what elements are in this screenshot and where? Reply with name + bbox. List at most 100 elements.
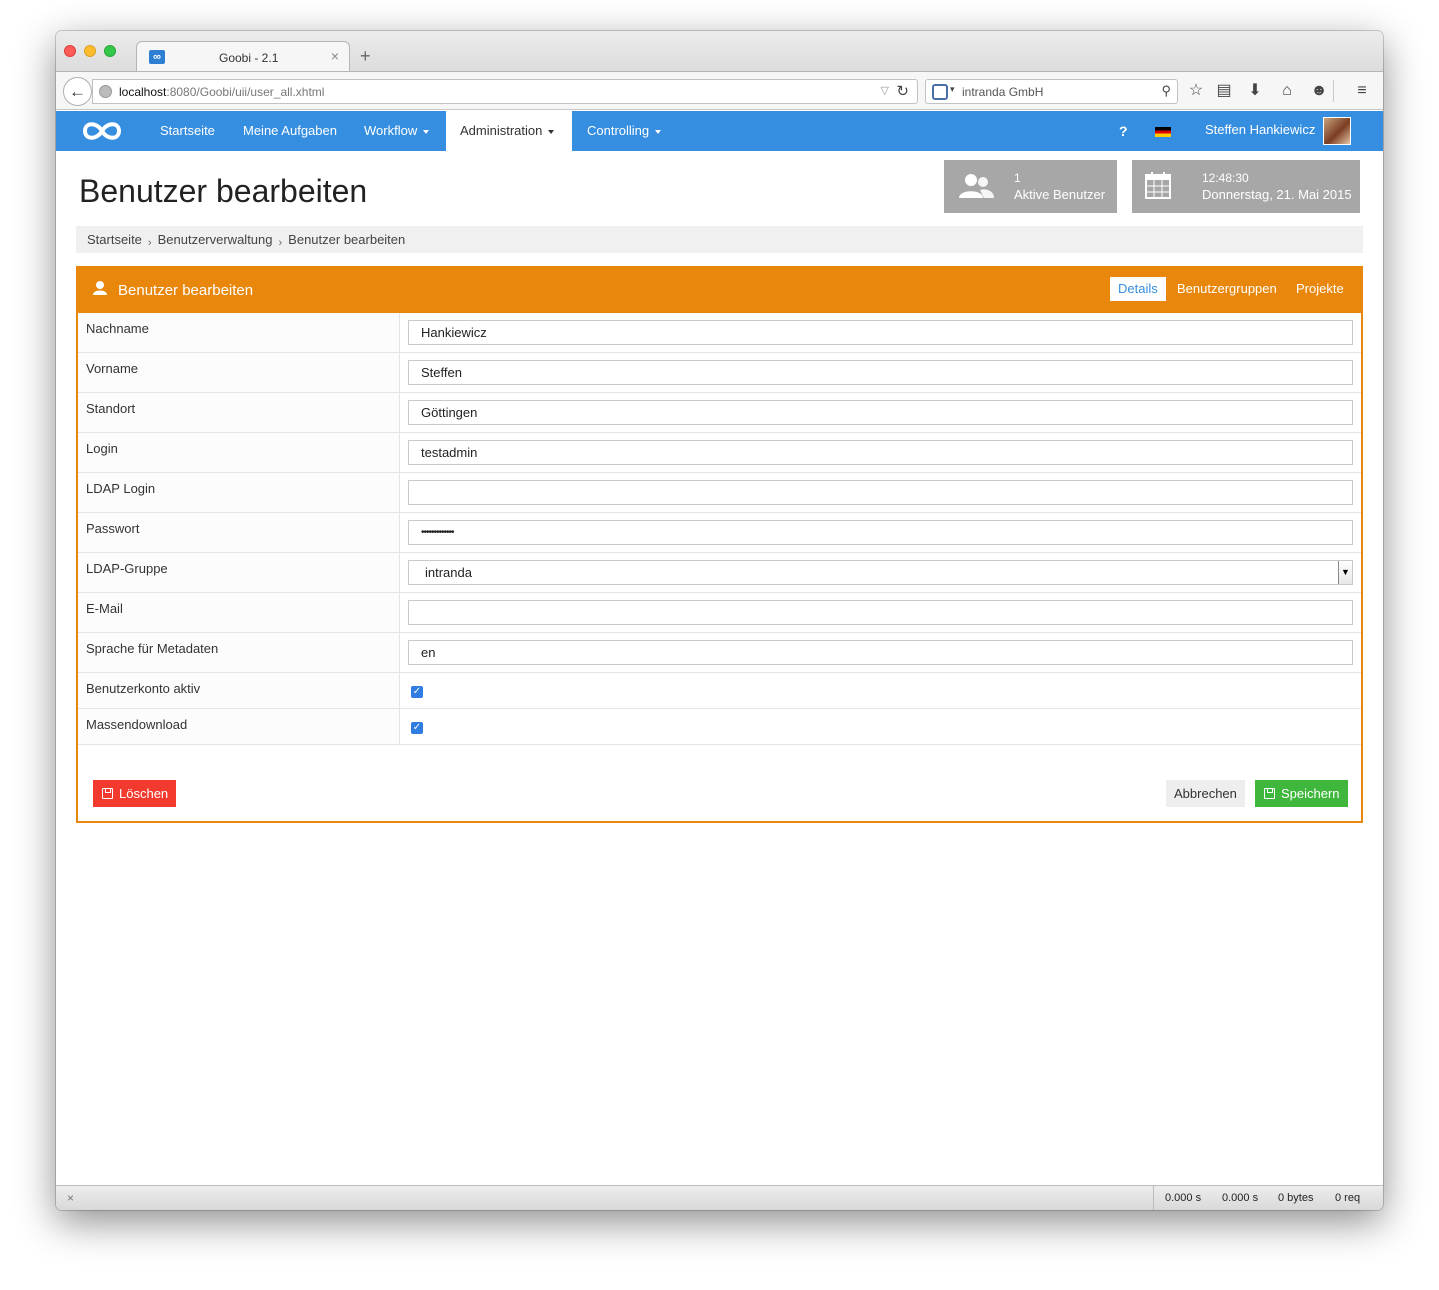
edit-user-panel: Benutzer bearbeiten Details Benutzergrup… [76, 266, 1363, 823]
nav-label: Meine Aufgaben [243, 123, 337, 138]
maximize-window-button[interactable] [104, 45, 116, 57]
selected-value: intranda [425, 565, 472, 580]
breadcrumb-separator-icon: › [278, 237, 283, 249]
form-row-standort: Standort Göttingen [78, 392, 1361, 433]
form-row-passwort: Passwort ••••••••••••• [78, 512, 1361, 553]
current-date: Donnerstag, 21. Mai 2015 [1202, 187, 1352, 202]
url-bar[interactable]: localhost:8080/Goobi/uii/user_all.xhtml … [92, 79, 918, 104]
tab-details[interactable]: Details [1110, 277, 1166, 301]
search-bar[interactable]: ▾ intranda GmbH ⚲ [925, 79, 1178, 104]
home-icon[interactable]: ⌂ [1277, 81, 1297, 101]
back-button[interactable]: ← [63, 77, 92, 106]
browser-statusbar: × 0.000 s 0.000 s 0 bytes 0 req [56, 1185, 1383, 1210]
caret-down-icon [423, 129, 430, 134]
calendar-icon [1145, 172, 1171, 199]
active-users-box: 1 Aktive Benutzer [944, 160, 1117, 213]
url-history-dropdown-icon[interactable]: ▽ [881, 84, 889, 97]
form-row-vorname: Vorname Steffen [78, 352, 1361, 393]
url-host: localhost [119, 85, 167, 99]
new-tab-icon[interactable]: + [360, 47, 371, 65]
toolbar-divider [1333, 80, 1334, 102]
mass-download-checkbox[interactable]: ✓ [411, 722, 423, 734]
field-label: Standort [78, 392, 400, 433]
breadcrumb-current: Benutzer bearbeiten [288, 232, 406, 247]
nav-label: Workflow [364, 123, 418, 138]
status-bytes: 0 bytes [1278, 1192, 1314, 1204]
german-flag-icon[interactable] [1155, 127, 1171, 137]
status-time-1: 0.000 s [1165, 1192, 1202, 1204]
tab-benutzergruppen[interactable]: Benutzergruppen [1169, 277, 1285, 301]
form-row-login: Login testadmin [78, 432, 1361, 473]
form-row-nachname: Nachname Hankiewicz [78, 313, 1361, 353]
password-field[interactable]: ••••••••••••• [408, 520, 1353, 545]
vorname-field[interactable]: Steffen [408, 360, 1353, 385]
nachname-field[interactable]: Hankiewicz [408, 320, 1353, 345]
email-field[interactable] [408, 600, 1353, 625]
metadata-language-field[interactable]: en [408, 640, 1353, 665]
field-label: LDAP Login [78, 472, 400, 513]
ldap-login-field[interactable] [408, 480, 1353, 505]
form-row-email: E-Mail [78, 592, 1361, 633]
globe-icon [99, 85, 112, 98]
form-row-massendownload: Massendownload ✓ [78, 708, 1361, 745]
form-row-konto-aktiv: Benutzerkonto aktiv ✓ [78, 672, 1361, 709]
menu-icon[interactable]: ≡ [1352, 81, 1372, 101]
ldap-group-select[interactable]: intranda ▼ [408, 560, 1353, 585]
active-users-label: Aktive Benutzer [1014, 187, 1106, 202]
delete-button[interactable]: Löschen [93, 780, 177, 807]
browser-tab[interactable]: ∞ Goobi - 2.1 × [136, 41, 350, 72]
avatar[interactable] [1323, 117, 1351, 145]
panel-header: Benutzer bearbeiten Details Benutzergrup… [78, 268, 1361, 313]
form-row-ldap-gruppe: LDAP-Gruppe intranda ▼ [78, 552, 1361, 593]
search-icon[interactable]: ⚲ [1161, 83, 1171, 99]
nav-administration[interactable]: Administration [446, 111, 572, 151]
save-button[interactable]: Speichern [1255, 780, 1348, 807]
main-navbar: Startseite Meine Aufgaben Workflow Admin… [56, 111, 1383, 151]
minimize-window-button[interactable] [84, 45, 96, 57]
browser-window: ∞ Goobi - 2.1 × + localhost:8080/Goobi/u… [56, 31, 1383, 1210]
statusbar-divider [1153, 1186, 1154, 1210]
close-window-button[interactable] [64, 45, 76, 57]
nav-controlling[interactable]: Controlling [573, 111, 675, 151]
login-field[interactable]: testadmin [408, 440, 1353, 465]
smiley-icon[interactable]: ☻ [1309, 81, 1329, 101]
goobi-favicon-icon: ∞ [149, 50, 165, 64]
user-menu[interactable]: Steffen Hankiewicz [1205, 111, 1315, 149]
breadcrumb-benutzerverwaltung[interactable]: Benutzerverwaltung [158, 232, 273, 247]
reading-list-icon[interactable]: ▤ [1214, 81, 1234, 101]
help-icon[interactable]: ? [1119, 111, 1128, 151]
breadcrumb-startseite[interactable]: Startseite [87, 232, 142, 247]
arrow-left-icon: ← [69, 82, 86, 101]
chevron-down-icon[interactable]: ▾ [950, 84, 955, 95]
search-input[interactable]: intranda GmbH [962, 85, 1043, 99]
standort-field[interactable]: Göttingen [408, 400, 1353, 425]
field-label: Passwort [78, 512, 400, 553]
close-tab-icon[interactable]: × [331, 48, 339, 64]
status-time-2: 0.000 s [1222, 1192, 1259, 1204]
field-label: Nachname [78, 313, 400, 353]
download-icon[interactable]: ⬇ [1245, 81, 1265, 101]
nav-workflow[interactable]: Workflow [350, 111, 443, 151]
cancel-button[interactable]: Abbrechen [1166, 780, 1245, 807]
chevron-down-icon[interactable]: ▼ [1338, 561, 1352, 584]
nav-meine-aufgaben[interactable]: Meine Aufgaben [229, 111, 351, 151]
close-icon[interactable]: × [67, 1191, 74, 1205]
active-users-count: 1 [1014, 171, 1021, 185]
floppy-disk-icon [102, 788, 113, 799]
field-label: Benutzerkonto aktiv [78, 672, 400, 709]
browser-toolbar: localhost:8080/Goobi/uii/user_all.xhtml … [56, 71, 1383, 110]
url-text[interactable]: localhost:8080/Goobi/uii/user_all.xhtml [119, 85, 324, 99]
panel-title: Benutzer bearbeiten [118, 282, 254, 299]
caret-down-icon [548, 129, 555, 134]
nav-startseite[interactable]: Startseite [146, 111, 229, 151]
field-label: Login [78, 432, 400, 473]
account-active-checkbox[interactable]: ✓ [411, 686, 423, 698]
tab-projekte[interactable]: Projekte [1288, 277, 1352, 301]
status-requests: 0 req [1335, 1192, 1361, 1204]
field-label: Massendownload [78, 708, 400, 745]
star-icon[interactable]: ☆ [1186, 81, 1206, 101]
tab-title: Goobi - 2.1 [219, 51, 279, 65]
search-engine-icon[interactable] [932, 84, 948, 100]
goobi-logo-icon[interactable] [80, 118, 124, 144]
reload-icon[interactable]: ↻ [896, 82, 909, 100]
